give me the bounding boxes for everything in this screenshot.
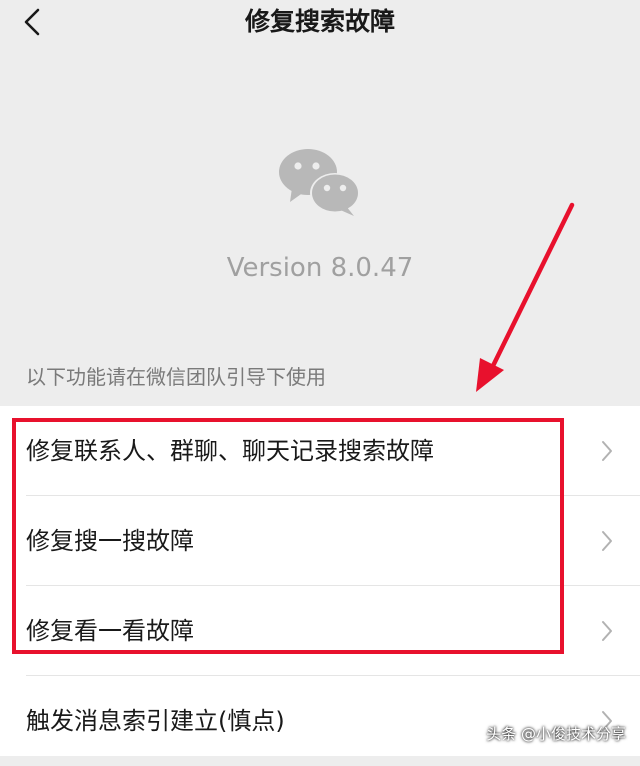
chevron-right-icon — [602, 441, 612, 461]
settings-list: 修复联系人、群聊、聊天记录搜索故障 修复搜一搜故障 修复看一看故障 触发消息索引… — [0, 406, 640, 756]
section-hint: 以下功能请在微信团队引导下使用 — [26, 365, 326, 389]
list-item-fix-search-search[interactable]: 修复搜一搜故障 — [0, 496, 640, 586]
list-item-fix-contact-search[interactable]: 修复联系人、群聊、聊天记录搜索故障 — [0, 406, 640, 496]
list-item-fix-look-look[interactable]: 修复看一看故障 — [0, 586, 640, 676]
wechat-logo-icon — [278, 148, 362, 218]
list-item-label: 修复看一看故障 — [26, 617, 194, 645]
page-title: 修复搜索故障 — [244, 7, 395, 36]
list-item-label: 触发消息索引建立(慎点) — [26, 707, 285, 735]
list-item-label: 修复联系人、群聊、聊天记录搜索故障 — [26, 437, 434, 465]
chevron-right-icon — [602, 621, 612, 641]
watermark: 头条 @小俊技术分享 — [486, 725, 626, 743]
list-item-label: 修复搜一搜故障 — [26, 527, 194, 555]
version-label: Version 8.0.47 — [226, 253, 414, 283]
list-item-build-message-index[interactable]: 触发消息索引建立(慎点) — [0, 676, 640, 766]
chevron-right-icon — [602, 531, 612, 551]
nav-bar: 修复搜索故障 — [0, 0, 640, 44]
